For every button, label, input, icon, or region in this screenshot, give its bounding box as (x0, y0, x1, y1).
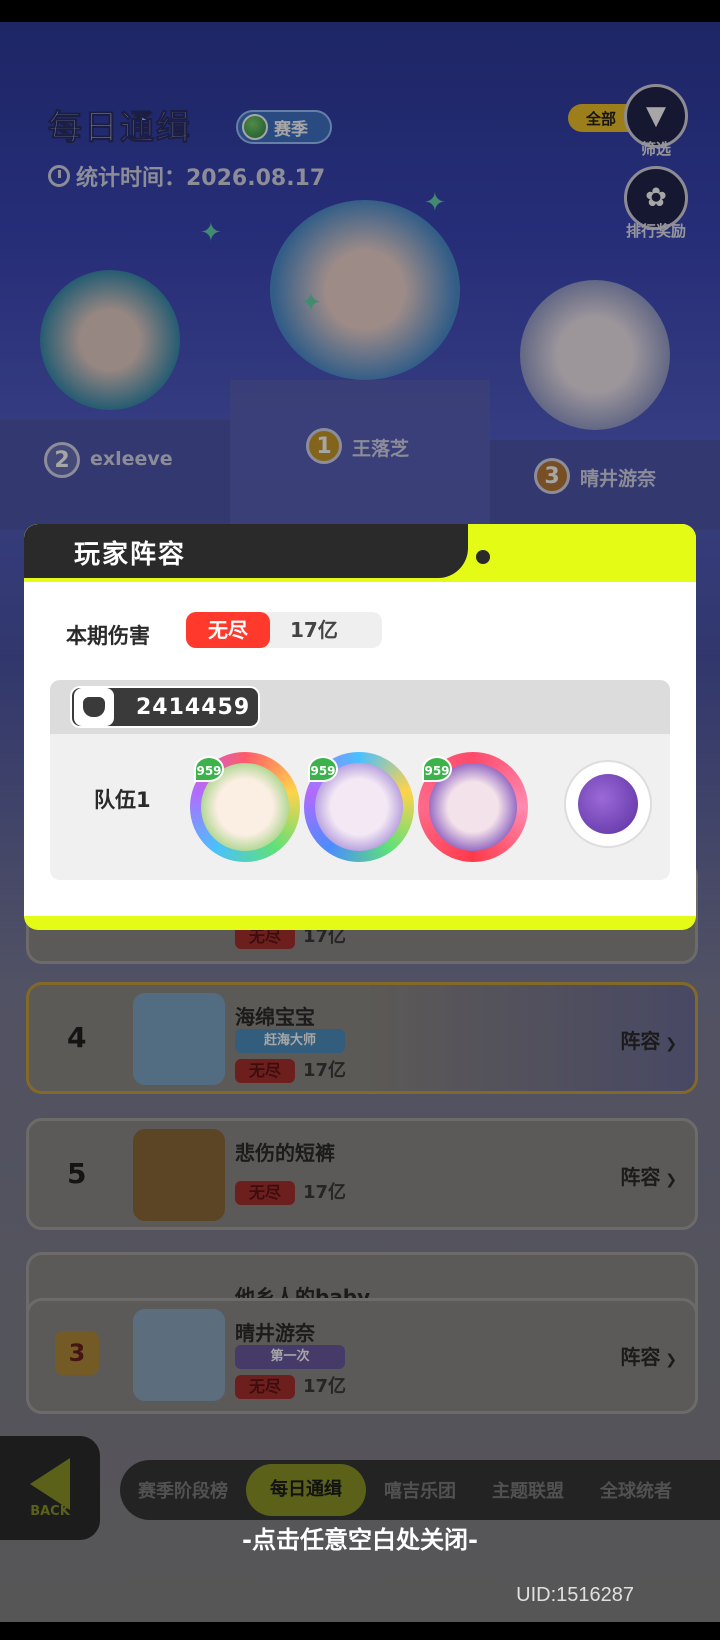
uid-label: UID:1516287 (516, 1584, 634, 1606)
hero-white-hair-icon[interactable]: 959 (304, 752, 414, 862)
grape-pet-icon[interactable] (566, 762, 650, 846)
hero-purple-hair-icon[interactable]: 959 (418, 752, 528, 862)
team-panel: 2414459 队伍1 959 959 959 (50, 680, 670, 880)
modal-title: 玩家阵容 (74, 540, 187, 570)
leaderboard-screen: 每日通缉 赛季 统计时间：2026.08.17 全部 ▼ 筛选 ✿ 排行奖励 ✦… (0, 0, 720, 1640)
damage-value: 17亿 (290, 618, 338, 642)
fist-icon (74, 688, 114, 726)
hero-level-badge: 959 (422, 756, 452, 782)
hero-level-badge: 959 (308, 756, 338, 782)
close-hint: -点击任意空白处关闭- (242, 1526, 478, 1554)
status-strip (0, 0, 720, 22)
power-tag: 2414459 (70, 686, 260, 728)
power-value: 2414459 (136, 694, 251, 720)
decor-dot (476, 550, 490, 564)
bottom-strip (0, 1622, 720, 1640)
mode-badge: 无尽 (186, 612, 270, 648)
damage-label: 本期伤害 (66, 624, 150, 648)
team-label: 队伍1 (94, 788, 151, 812)
hero-level-badge: 959 (194, 756, 224, 782)
hero-green-hair-icon[interactable]: 959 (190, 752, 300, 862)
damage-pill: 无尽 17亿 (186, 612, 382, 648)
lineup-modal: 玩家阵容 本期伤害 无尽 17亿 2414459 队伍1 959 959 959 (24, 524, 696, 930)
